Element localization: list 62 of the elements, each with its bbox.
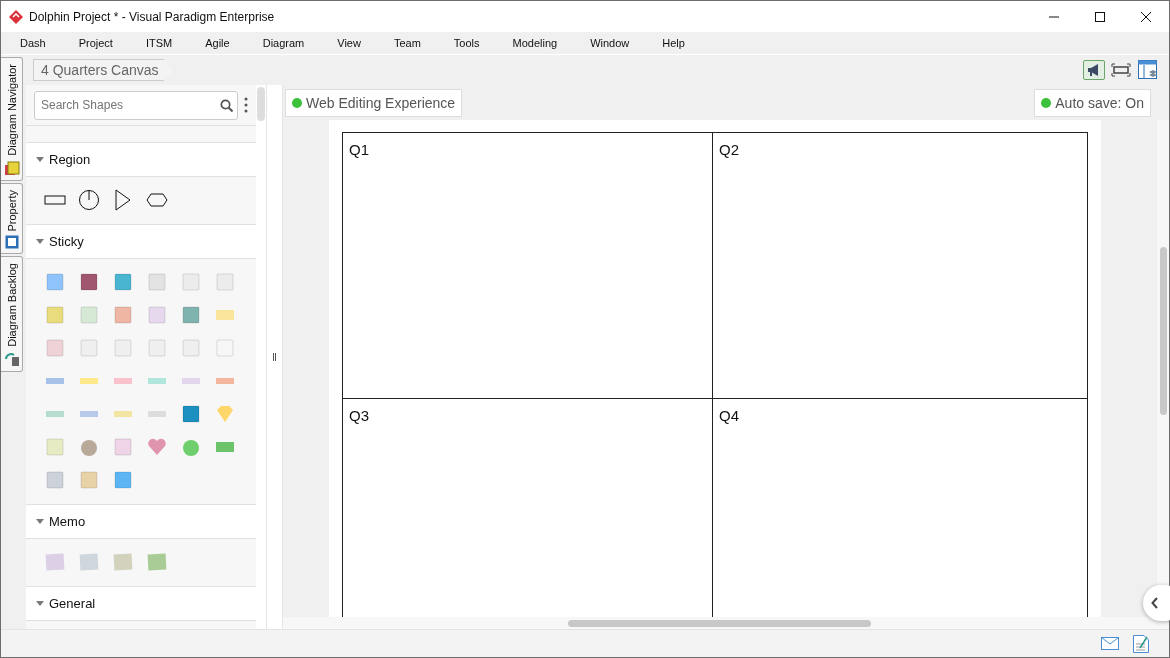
search-icon[interactable]: [220, 98, 233, 112]
menu-item[interactable]: Modeling: [512, 37, 558, 49]
caret-icon: [36, 519, 44, 524]
section-header[interactable]: Sticky: [26, 224, 256, 259]
menu-item[interactable]: Window: [590, 37, 630, 49]
section-header[interactable]: General: [26, 586, 256, 621]
memo-note-icon[interactable]: [112, 551, 134, 572]
menu-item[interactable]: Team: [393, 37, 421, 49]
menu-item[interactable]: Help: [662, 37, 685, 49]
close-icon[interactable]: [1141, 11, 1151, 22]
side-tab[interactable]: Property: [1, 182, 23, 255]
sticky-note-icon[interactable]: [181, 304, 201, 325]
scrollbar-thumb[interactable]: [1160, 247, 1167, 415]
auto-save-status[interactable]: Auto save: On: [1034, 88, 1151, 117]
circle-icon[interactable]: [78, 188, 100, 211]
sticky-note-icon[interactable]: [113, 271, 133, 292]
navigator-icon: [3, 159, 20, 176]
quadrant[interactable]: Q1: [343, 133, 713, 399]
section-header[interactable]: Memo: [26, 504, 256, 539]
rectangle-icon[interactable]: [44, 193, 66, 206]
side-tab[interactable]: Diagram Backlog: [1, 256, 23, 373]
memo-note-icon[interactable]: [78, 551, 100, 572]
backlog-icon: [3, 351, 20, 368]
heart-icon[interactable]: [147, 436, 167, 457]
menu-item[interactable]: Tools: [453, 37, 480, 49]
splitter-handle-icon[interactable]: [273, 353, 276, 361]
web-editing-button[interactable]: Web Editing Experience: [285, 88, 463, 117]
menu-item[interactable]: Dash: [20, 37, 46, 49]
menu-item[interactable]: Project: [78, 37, 113, 49]
menu-item[interactable]: Diagram: [262, 37, 305, 49]
more-icon[interactable]: [244, 97, 248, 113]
triangle-icon[interactable]: [114, 188, 132, 211]
section-header[interactable]: Region: [26, 142, 256, 177]
megaphone-icon[interactable]: [1083, 60, 1105, 80]
document-edit-icon[interactable]: [1133, 634, 1149, 653]
mail-icon[interactable]: [1101, 637, 1119, 650]
sticky-note-icon[interactable]: [113, 469, 133, 490]
side-tab[interactable]: Diagram Navigator: [1, 57, 23, 181]
quadrant[interactable]: Q2: [713, 133, 1087, 399]
property-icon: [4, 235, 19, 250]
memo-note-icon[interactable]: [44, 551, 66, 572]
scrollbar-thumb[interactable]: [568, 620, 871, 627]
sticky-note-icon[interactable]: [79, 271, 99, 292]
breadcrumb[interactable]: 4 Quarters Canvas: [33, 59, 174, 81]
fit-frame-icon[interactable]: [1110, 60, 1132, 80]
chevron-left-icon[interactable]: [1151, 597, 1159, 609]
caret-icon: [36, 239, 44, 244]
layout-panel-icon[interactable]: [1137, 60, 1159, 80]
maximize-icon[interactable]: [1095, 11, 1105, 22]
caret-icon: [36, 601, 44, 606]
scrollbar-thumb[interactable]: [257, 87, 265, 121]
menu-item[interactable]: ITSM: [145, 37, 173, 49]
search-field[interactable]: Search Shapes: [34, 90, 238, 120]
app-logo-icon: [9, 9, 23, 24]
menu-item[interactable]: Agile: [205, 37, 230, 49]
window-title: Dolphin Project * - Visual Paradigm Enterprise: [29, 9, 275, 24]
menu-item[interactable]: View: [337, 37, 361, 49]
sticky-note-icon[interactable]: [181, 403, 201, 424]
memo-note-icon[interactable]: [146, 551, 168, 572]
diamond-icon[interactable]: [215, 403, 235, 424]
caret-icon: [36, 157, 44, 162]
hexagon-icon[interactable]: [146, 192, 168, 207]
